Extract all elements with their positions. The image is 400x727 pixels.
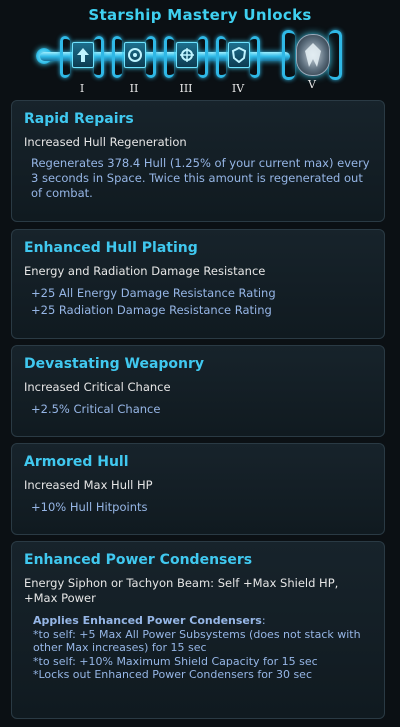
tier-numeral: II: [129, 82, 139, 95]
card-detail: +2.5% Critical Chance: [31, 402, 161, 416]
weaponry-icon: [176, 42, 198, 68]
card-title: Rapid Repairs: [24, 111, 134, 127]
power-condensers-emblem-icon: [296, 34, 330, 76]
card-subtitle: Increased Max Hull HP: [24, 478, 153, 492]
page-title: Starship Mastery Unlocks: [88, 6, 312, 24]
card-detail: Regenerates 378.4 Hull (1.25% of your cu…: [31, 156, 370, 200]
mastery-node-1[interactable]: I: [60, 36, 104, 95]
bracket-right: [94, 36, 104, 78]
bracket-left: [164, 36, 174, 78]
mastery-node-3[interactable]: III: [164, 36, 208, 95]
card-title: Enhanced Power Condensers: [24, 552, 253, 568]
card-title: Armored Hull: [24, 454, 129, 470]
mastery-track: I II III IV V: [0, 28, 400, 95]
mastery-card-enhanced-power-condensers: Enhanced Power Condensers Energy Siphon …: [11, 541, 385, 719]
card-title: Enhanced Hull Plating: [24, 240, 198, 256]
mastery-card-rapid-repairs: Rapid Repairs Increased Hull Regeneratio…: [11, 100, 385, 222]
mastery-node-5[interactable]: V: [282, 30, 342, 91]
card-detail: +25 Radiation Damage Resistance Rating: [31, 303, 272, 317]
card-subtitle: Increased Hull Regeneration: [24, 135, 187, 149]
mastery-node-4[interactable]: IV: [216, 36, 260, 95]
applies-block: Applies Enhanced Power Condensers: *to s…: [24, 614, 372, 682]
mastery-card-armored-hull: Armored Hull Increased Max Hull HP +10% …: [11, 443, 385, 535]
bracket-right: [329, 30, 342, 80]
card-subtitle: Energy Siphon or Tachyon Beam: Self +Max…: [24, 576, 339, 605]
card-title: Devastating Weaponry: [24, 356, 205, 372]
tier-numeral: III: [179, 82, 193, 95]
card-subtitle: Energy and Radiation Damage Resistance: [24, 264, 266, 278]
mastery-card-devastating-weaponry: Devastating Weaponry Increased Critical …: [11, 345, 385, 437]
bracket-right: [146, 36, 156, 78]
card-subtitle: Increased Critical Chance: [24, 380, 171, 394]
tier-numeral: V: [308, 78, 316, 91]
armored-hull-icon: [228, 42, 250, 68]
applies-line: *to self: +5 Max All Power Subsystems (d…: [33, 627, 361, 655]
applies-line: *to self: +10% Maximum Shield Capacity f…: [33, 654, 318, 668]
card-detail: +25 All Energy Damage Resistance Rating: [31, 286, 276, 300]
bracket-left: [216, 36, 226, 78]
tier-numeral: IV: [231, 82, 245, 95]
card-detail: +10% Hull Hitpoints: [31, 500, 148, 514]
applies-line: *Locks out Enhanced Power Condensers for…: [33, 668, 312, 681]
mastery-card-enhanced-hull-plating: Enhanced Hull Plating Energy and Radiati…: [11, 229, 385, 339]
bracket-left: [60, 36, 70, 78]
bracket-right: [198, 36, 208, 78]
hull-plating-icon: [124, 42, 146, 68]
bracket-left: [282, 30, 295, 80]
rapid-repairs-icon: [72, 42, 94, 68]
mastery-node-2[interactable]: II: [112, 36, 156, 95]
tier-numeral: I: [79, 82, 85, 95]
applies-heading: Applies Enhanced Power Condensers: [33, 614, 262, 627]
bracket-left: [112, 36, 122, 78]
bracket-right: [250, 36, 260, 78]
